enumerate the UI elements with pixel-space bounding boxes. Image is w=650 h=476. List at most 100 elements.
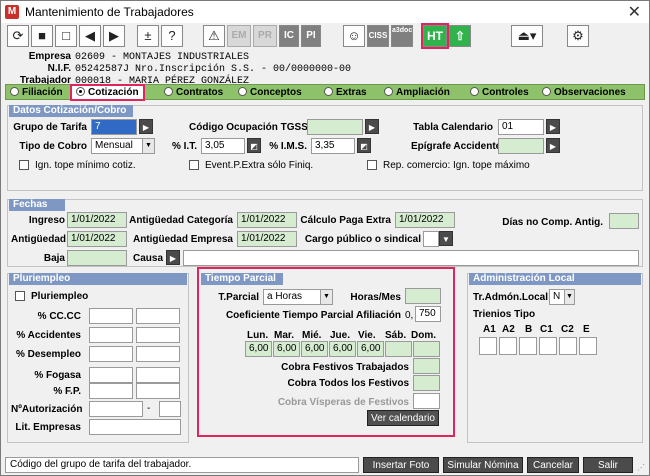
desempleo-field-2[interactable]: [136, 346, 180, 362]
causa-lookup-icon[interactable]: ▶: [166, 250, 180, 265]
tabla-calendario-field[interactable]: 01: [498, 119, 544, 135]
causa-field[interactable]: [183, 250, 639, 266]
fp-field-1[interactable]: [89, 383, 133, 399]
visperas-label: Cobra Vísperas de Festivos: [277, 397, 409, 408]
dias-no-comp-field[interactable]: [609, 213, 639, 229]
cancelar-button[interactable]: Cancelar: [527, 457, 579, 473]
tipo-cobro-select[interactable]: Mensual ▼: [91, 138, 155, 154]
resize-grip-icon[interactable]: ⋰: [637, 463, 645, 472]
users-icon[interactable]: ☺: [343, 25, 365, 47]
hours-jue[interactable]: 6,00: [329, 341, 356, 357]
fp-field-2[interactable]: [136, 383, 180, 399]
hours-mie[interactable]: 6,00: [301, 341, 328, 357]
epigrafe-lookup-icon[interactable]: ▶: [546, 138, 560, 153]
hours-vie[interactable]: 6,00: [357, 341, 384, 357]
ciss-button[interactable]: CISS: [367, 25, 389, 47]
insertar-foto-button[interactable]: Insertar Foto: [363, 457, 439, 473]
tab-controles[interactable]: Controles: [470, 86, 529, 99]
help-icon[interactable]: ?: [161, 25, 183, 47]
pi-button[interactable]: PI: [301, 25, 321, 47]
hours-sab[interactable]: [385, 341, 412, 357]
trienio-a2-field[interactable]: [499, 337, 517, 355]
tab-observaciones[interactable]: Observaciones: [542, 86, 626, 99]
accidentes-field-2[interactable]: [136, 327, 180, 343]
cc-cc-field-1[interactable]: [89, 308, 133, 324]
cargo-dropdown-icon[interactable]: ▼: [439, 231, 453, 246]
festivos-trab-field[interactable]: [413, 358, 440, 374]
ver-calendario-button[interactable]: Ver calendario: [367, 410, 439, 426]
em-button[interactable]: EM: [227, 25, 251, 47]
event-checkbox[interactable]: [189, 160, 199, 170]
pr-button[interactable]: PR: [253, 25, 277, 47]
coef-field[interactable]: 750: [415, 306, 441, 322]
tab-extras[interactable]: Extras: [324, 86, 367, 99]
square-icon[interactable]: □: [55, 25, 77, 47]
lit-empresas-field[interactable]: [89, 419, 181, 435]
warning-icon[interactable]: ⚠: [203, 25, 225, 47]
eject-dropdown-icon[interactable]: ⏏▾: [511, 25, 543, 47]
stop-icon[interactable]: ■: [31, 25, 53, 47]
ims-field[interactable]: 3,35: [311, 138, 355, 154]
pluriempleo-checkbox[interactable]: [15, 291, 25, 301]
ims-edit-icon[interactable]: ◩: [357, 138, 371, 153]
tab-ampliacion[interactable]: Ampliación: [384, 86, 450, 99]
it-field[interactable]: 3,05: [201, 138, 245, 154]
grupo-tarifa-lookup-icon[interactable]: ▶: [139, 119, 153, 134]
tabla-calendario-lookup-icon[interactable]: ▶: [546, 119, 560, 134]
salir-button[interactable]: Salir: [583, 457, 633, 473]
visperas-field[interactable]: [413, 393, 440, 409]
grupo-tarifa-field[interactable]: 7: [91, 119, 137, 135]
sliders-icon[interactable]: ⚙: [567, 25, 589, 47]
cc-cc-field-2[interactable]: [136, 308, 180, 324]
hours-mar[interactable]: 6,00: [273, 341, 300, 357]
plus-minus-icon[interactable]: ±: [137, 25, 159, 47]
ingreso-field[interactable]: 1/01/2022: [67, 212, 127, 228]
ht-button[interactable]: HT: [421, 23, 449, 49]
close-icon[interactable]: ✕: [628, 2, 641, 22]
horas-mes-field[interactable]: [405, 288, 441, 304]
autorizacion-field-1[interactable]: [89, 401, 143, 417]
trienio-c1-field[interactable]: [539, 337, 557, 355]
it-edit-icon[interactable]: ◩: [247, 138, 261, 153]
accidentes-field-1[interactable]: [89, 327, 133, 343]
refresh-icon[interactable]: ⟳: [7, 25, 29, 47]
todos-festivos-label: Cobra Todos los Festivos: [287, 378, 410, 389]
calc-paga-field[interactable]: 1/01/2022: [395, 212, 455, 228]
fechas-title: Fechas: [9, 199, 65, 211]
prev-icon[interactable]: ◀: [79, 25, 101, 47]
hours-dom[interactable]: [413, 341, 440, 357]
a3doc-button[interactable]: a3doc: [391, 25, 413, 47]
hours-lun[interactable]: 6,00: [245, 341, 272, 357]
codigo-tgss-field[interactable]: [307, 119, 363, 135]
trienio-e-field[interactable]: [579, 337, 597, 355]
upload-icon[interactable]: ⇧: [449, 25, 471, 47]
fogasa-field-1[interactable]: [89, 367, 133, 383]
tparcial-select[interactable]: a Horas ▼: [263, 289, 333, 305]
tab-filiacion[interactable]: Filiación: [10, 86, 63, 99]
tab-conceptos[interactable]: Conceptos: [238, 86, 302, 99]
tab-contratos[interactable]: Contratos: [164, 86, 223, 99]
cargo-label: Cargo público o sindical: [304, 234, 421, 245]
trienio-b-field[interactable]: [519, 337, 537, 355]
fogasa-field-2[interactable]: [136, 367, 180, 383]
antig-cat-field[interactable]: 1/01/2022: [237, 212, 297, 228]
trienio-c2-field[interactable]: [559, 337, 577, 355]
todos-festivos-field[interactable]: [413, 375, 440, 391]
epigrafe-label: Epígrafe Accidentes: [411, 141, 507, 152]
epigrafe-field[interactable]: [498, 138, 544, 154]
rep-comercio-checkbox[interactable]: [367, 160, 377, 170]
codigo-tgss-lookup-icon[interactable]: ▶: [365, 119, 379, 134]
cargo-field[interactable]: [423, 231, 439, 247]
tr-admon-select[interactable]: N ▼: [549, 289, 575, 305]
antig-emp-field[interactable]: 1/01/2022: [237, 231, 297, 247]
desempleo-field-1[interactable]: [89, 346, 133, 362]
antiguedad-field[interactable]: 1/01/2022: [67, 231, 127, 247]
tab-cotizacion[interactable]: Cotización: [70, 84, 145, 101]
autorizacion-field-2[interactable]: [159, 401, 181, 417]
ign-tope-checkbox[interactable]: [19, 160, 29, 170]
next-icon[interactable]: ▶: [103, 25, 125, 47]
baja-field[interactable]: [67, 250, 127, 266]
trienio-a1-field[interactable]: [479, 337, 497, 355]
ic-button[interactable]: IC: [279, 25, 299, 47]
simular-nomina-button[interactable]: Simular Nómina: [443, 457, 523, 473]
